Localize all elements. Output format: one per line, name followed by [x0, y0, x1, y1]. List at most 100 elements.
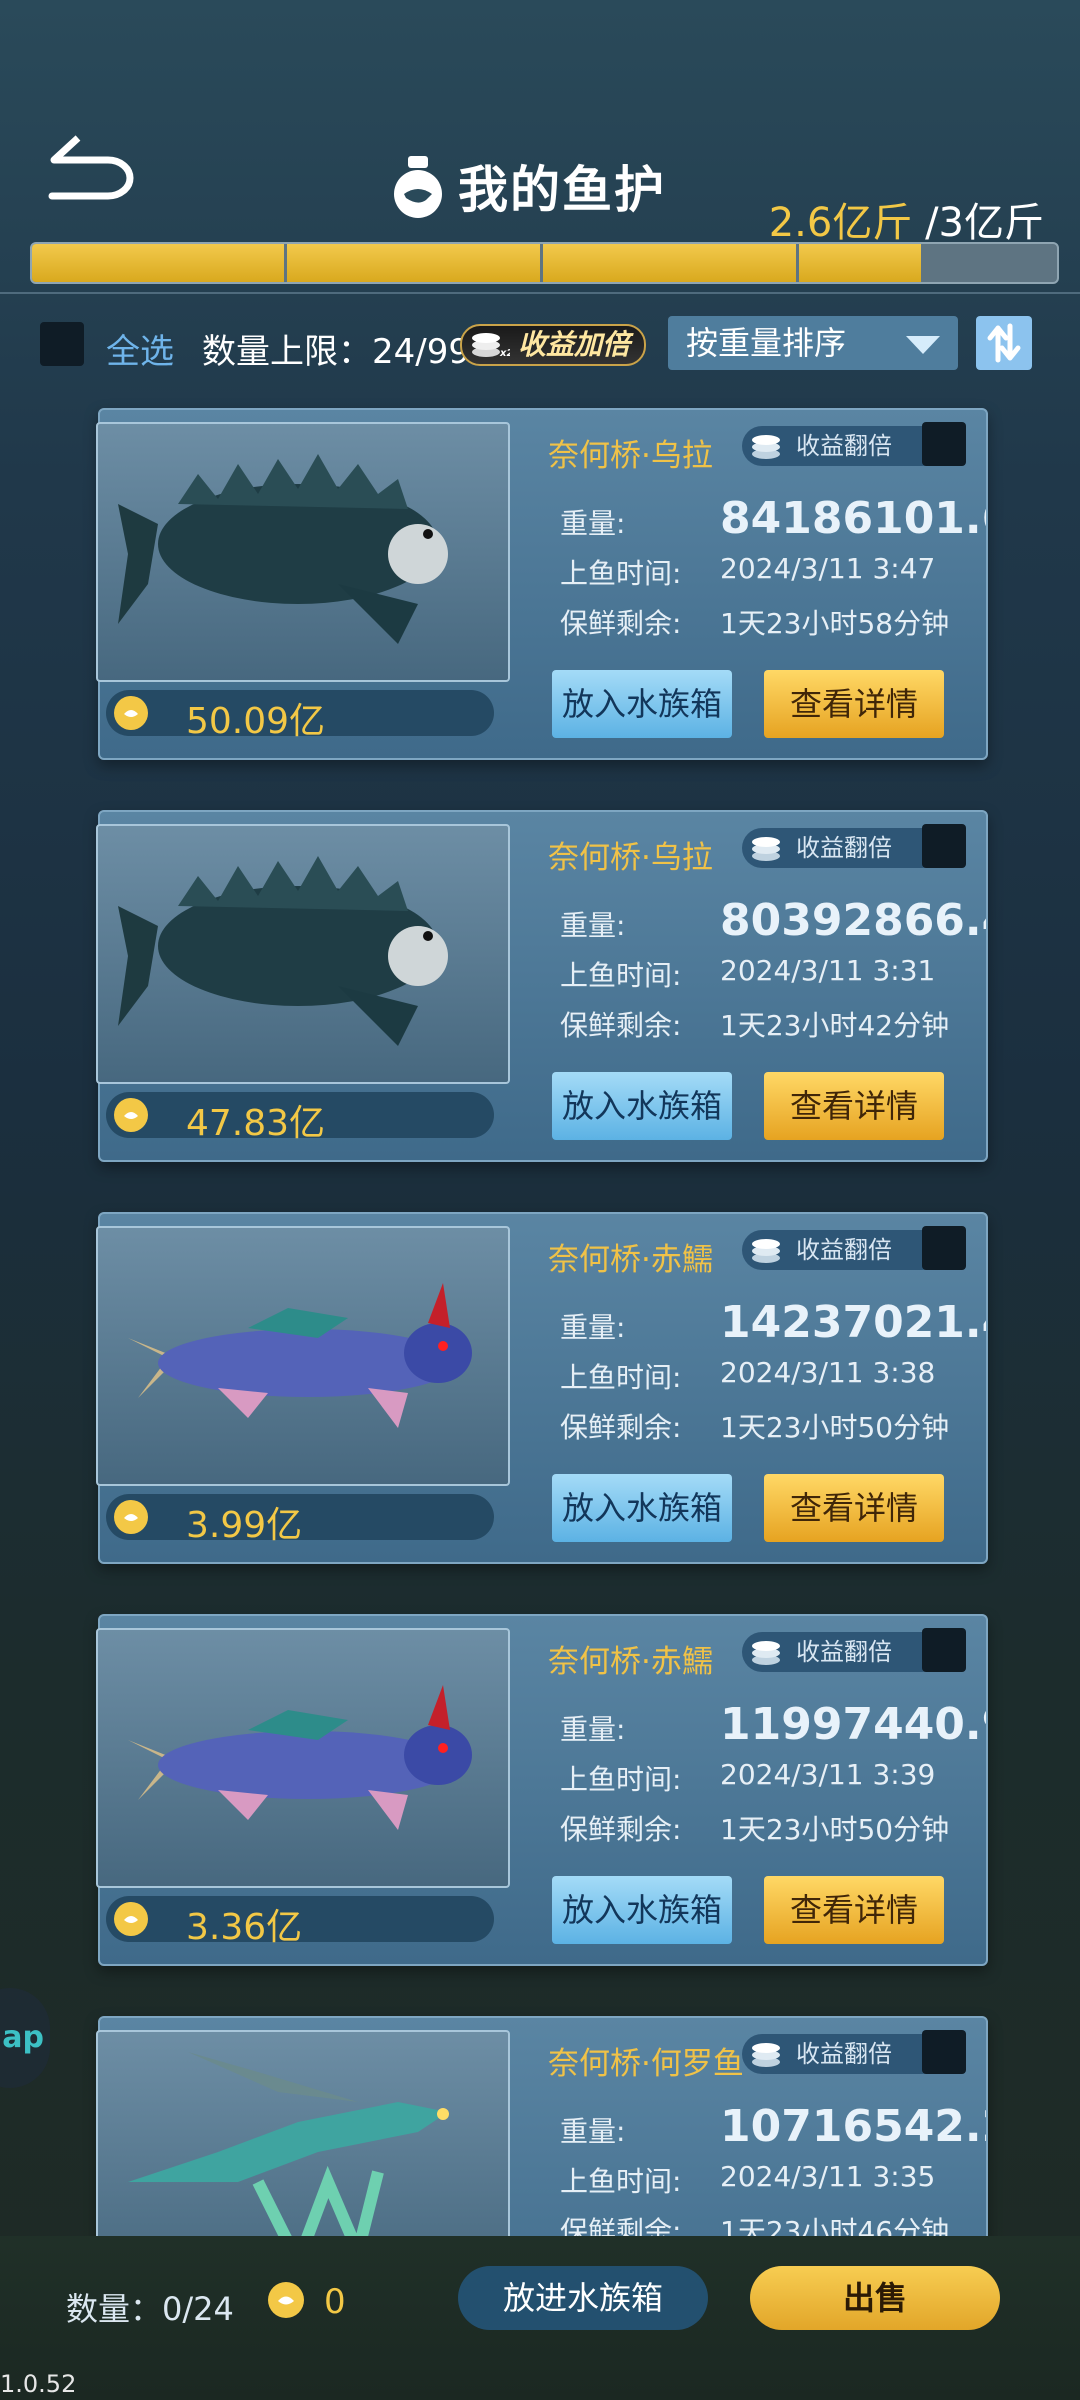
page-title: 我的鱼护 [458, 161, 666, 219]
freshness-label: 保鲜剩余: [560, 1411, 682, 1444]
select-all-checkbox[interactable] [40, 322, 84, 366]
fish-image-panel [96, 1628, 510, 1888]
fish-value-bar: 3.36亿 [106, 1896, 494, 1948]
freshness-label: 保鲜剩余: [560, 607, 682, 640]
double-income-badge: 收益翻倍 [742, 1632, 942, 1672]
fish-select-checkbox[interactable] [922, 422, 966, 466]
fish-caught-time: 2024/3/11 3:38 [720, 1356, 936, 1389]
fish-value: 3.99亿 [186, 1505, 303, 1546]
fish-name: 奈何桥·乌拉 [548, 438, 713, 474]
caught-time-label: 上鱼时间: [560, 959, 682, 992]
list-toolbar: 全选 数量上限：24/99 x2 收益加倍 按重量排序 [40, 316, 1040, 372]
fish-freshness: 1天23小时58分钟 [720, 607, 950, 640]
double-income-label: 收益翻倍 [796, 834, 892, 862]
selected-count: 数量：0/24 [66, 2290, 234, 2328]
sort-dropdown-label: 按重量排序 [686, 324, 847, 362]
fish-select-checkbox[interactable] [922, 1628, 966, 1672]
fish-select-checkbox[interactable] [922, 1226, 966, 1270]
sort-arrows-icon [987, 323, 1021, 363]
double-income-badge: 收益翻倍 [742, 2034, 942, 2074]
fish-name: 奈何桥·何罗鱼 [548, 2046, 744, 2082]
sort-dropdown[interactable]: 按重量排序 [668, 316, 958, 370]
side-floating-button[interactable]: ap [0, 1988, 50, 2088]
capacity-readout: 2.6亿斤 /3亿斤 [769, 190, 1044, 248]
fish-caught-time: 2024/3/11 3:35 [720, 2160, 936, 2193]
select-all-label[interactable]: 全选 [106, 324, 174, 373]
bottom-action-bar: 数量：0/24 0 放进水族箱 出售 [0, 2236, 1080, 2356]
put-in-aquarium-button[interactable]: 放入水族箱 [552, 1072, 732, 1140]
coin-stack-x2-icon [752, 837, 780, 861]
fish-card: 3.36亿 奈何桥·赤鱬 收益翻倍 重量: 11997440.9斤 上鱼时间: … [96, 1614, 988, 1966]
fish-select-checkbox[interactable] [922, 2030, 966, 2074]
capacity-current: 2.6亿斤 [768, 200, 913, 246]
page-title-group: 我的鱼护 [390, 150, 666, 222]
version-label: 1.0.52 [0, 2370, 77, 2398]
fish-caught-time: 2024/3/11 3:39 [720, 1758, 936, 1791]
view-details-button[interactable]: 查看详情 [764, 1072, 944, 1140]
fish-name: 奈何桥·赤鱬 [548, 1644, 713, 1680]
put-in-aquarium-button[interactable]: 放入水族箱 [552, 670, 732, 738]
fish-value: 47.83亿 [186, 1103, 326, 1144]
fish-weight: 11997440.9斤 [720, 1699, 986, 1750]
coin-icon [114, 1902, 148, 1936]
fish-caught-time: 2024/3/11 3:47 [720, 552, 936, 585]
weight-label: 重量: [560, 909, 626, 942]
view-details-button[interactable]: 查看详情 [764, 1474, 944, 1542]
coin-stack-x2-icon [752, 435, 780, 459]
coin-icon [114, 1500, 148, 1534]
fish-weight: 14237021.4斤 [720, 1297, 986, 1348]
view-details-button[interactable]: 查看详情 [764, 1876, 944, 1944]
fish-value-bar: 50.09亿 [106, 690, 494, 742]
fish-weight: 84186101.6斤 [720, 493, 986, 544]
sell-button[interactable]: 出售 [750, 2266, 1000, 2330]
fish-card: 50.09亿 奈何桥·乌拉 收益翻倍 重量: 84186101.6斤 上鱼时间:… [96, 408, 988, 760]
income-boost-label: 收益加倍 [518, 328, 631, 361]
fish-value: 3.36亿 [186, 1907, 303, 1948]
caught-time-label: 上鱼时间: [560, 1361, 682, 1394]
fish-freshness: 1天23小时50分钟 [720, 1411, 950, 1444]
fish-card: 3.99亿 奈何桥·赤鱬 收益翻倍 重量: 14237021.4斤 上鱼时间: … [96, 1212, 988, 1564]
put-in-aquarium-button[interactable]: 放入水族箱 [552, 1876, 732, 1944]
fish-freshness: 1天23小时50分钟 [720, 1813, 950, 1846]
fish-image-panel [96, 422, 510, 682]
fish-value-bar: 47.83亿 [106, 1092, 494, 1144]
coin-stack-x2-icon [752, 2043, 780, 2067]
coin-stack-x2-icon [752, 1641, 780, 1665]
selected-coin-total: 0 [324, 2282, 346, 2322]
fish-image-panel [96, 1226, 510, 1486]
fish-weight: 80392866.4斤 [720, 895, 986, 946]
header-divider [0, 292, 1080, 294]
fish-name: 奈何桥·乌拉 [548, 840, 713, 876]
weight-label: 重量: [560, 2115, 626, 2148]
weight-label: 重量: [560, 1713, 626, 1746]
freshness-label: 保鲜剩余: [560, 1813, 682, 1846]
put-in-aquarium-button[interactable]: 放入水族箱 [552, 1474, 732, 1542]
sort-order-toggle[interactable] [976, 316, 1032, 370]
horned-demon-fish-icon [128, 1685, 472, 1830]
fish-value-bar: 3.99亿 [106, 1494, 494, 1546]
back-button[interactable] [48, 130, 140, 200]
double-income-label: 收益翻倍 [796, 2040, 892, 2068]
capacity-max: /3亿斤 [912, 200, 1044, 246]
double-income-badge: 收益翻倍 [742, 828, 942, 868]
view-details-button[interactable]: 查看详情 [764, 670, 944, 738]
caught-time-label: 上鱼时间: [560, 557, 682, 590]
weight-label: 重量: [560, 1311, 626, 1344]
income-boost-badge[interactable]: x2 收益加倍 [460, 324, 647, 366]
double-income-label: 收益翻倍 [796, 432, 892, 460]
dark-spiked-fish-icon [118, 454, 448, 644]
fish-value: 50.09亿 [186, 701, 326, 742]
quantity-limit-label: 数量上限：24/99 [202, 332, 470, 372]
caught-time-label: 上鱼时间: [560, 2165, 682, 2198]
capacity-progress-bar [30, 242, 1059, 284]
fish-name: 奈何桥·赤鱬 [548, 1242, 713, 1278]
put-all-in-aquarium-button[interactable]: 放进水族箱 [458, 2266, 708, 2330]
weight-label: 重量: [560, 507, 626, 540]
fish-caught-time: 2024/3/11 3:31 [720, 954, 936, 987]
double-income-label: 收益翻倍 [796, 1638, 892, 1666]
fish-bag-icon [394, 156, 442, 218]
fish-select-checkbox[interactable] [922, 824, 966, 868]
fish-freshness: 1天23小时42分钟 [720, 1009, 950, 1042]
horned-demon-fish-icon [128, 1283, 472, 1428]
fish-weight: 10716542.2斤 [720, 2101, 986, 2152]
